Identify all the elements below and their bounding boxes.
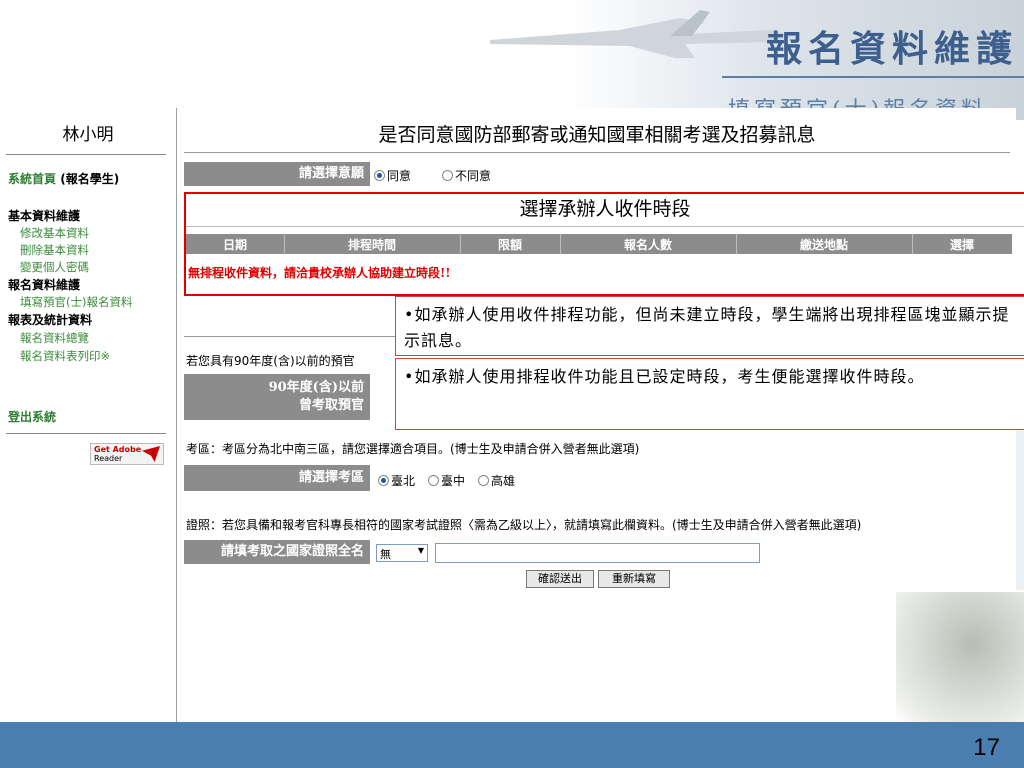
sidebar-home-link[interactable]: 系統首頁 (報名學生) — [8, 170, 119, 187]
app-screen: 林小明 系統首頁 (報名學生) 基本資料維護 修改基本資料 刪除基本資料 變更個… — [0, 108, 1024, 722]
radio-unselected-icon — [478, 475, 489, 486]
region-label: 請選擇考區 — [184, 465, 370, 491]
consent-option-agree[interactable]: 同意 — [374, 167, 411, 184]
schedule-title: 選擇承辦人收件時段 — [519, 198, 691, 220]
schedule-table-header: 日期 排程時間 限額 報名人數 繳送地點 選擇 — [186, 234, 1012, 254]
radio-unselected-icon — [428, 475, 439, 486]
callout-note-no-schedule: •如承辦人使用收件排程功能，但尚未建立時段，學生端將出現排程區塊並顯示提示訊息。 — [395, 296, 1024, 356]
sidebar-item-delete-profile[interactable]: 刪除基本資料 — [20, 242, 89, 258]
submit-button[interactable]: 確認送出 — [526, 570, 594, 588]
region-option-label: 臺北 — [391, 474, 416, 488]
license-note: 證照：若您具備和報考官科專長相符的國家考試證照〈需為乙級以上〉，就請填寫此欄資料… — [186, 518, 862, 532]
column-header: 報名人數 — [623, 238, 672, 252]
license-name-input[interactable] — [435, 543, 760, 563]
column-header: 選擇 — [949, 238, 974, 252]
sidebar-item-fill-registration[interactable]: 填寫預官(士)報名資料 — [20, 294, 132, 310]
column-header: 限額 — [497, 238, 522, 252]
slide-title: 報名資料維護 — [765, 28, 1018, 70]
license-select-value: 無 — [380, 548, 391, 561]
prior-exam-label-line1: 90年度(含)以前 — [268, 380, 364, 395]
schedule-divider — [186, 226, 1024, 227]
home-link-role: (報名學生) — [60, 172, 120, 186]
main-content: 是否同意國防部郵寄或通知國軍相關考選及招募訊息 請選擇意願 同意 不同意 選擇承… — [184, 108, 1024, 722]
home-link-label: 系統首頁 — [8, 172, 57, 186]
region-option-label: 高雄 — [491, 474, 516, 488]
license-select[interactable]: 無 ▼ — [376, 544, 428, 562]
section-divider — [184, 152, 1010, 153]
column-header: 繳送地點 — [799, 238, 848, 252]
title-divider — [722, 76, 1024, 78]
sidebar-section-registration: 報名資料維護 — [8, 278, 81, 292]
sidebar-item-print[interactable]: 報名資料表列印※ — [20, 348, 110, 364]
license-label: 請填考取之國家證照全名 — [184, 540, 370, 564]
region-option-kaohsiung[interactable]: 高雄 — [478, 472, 515, 489]
sidebar-section-reports: 報表及統計資料 — [8, 313, 93, 327]
region-option-label: 臺中 — [441, 474, 466, 488]
reader-badge-line2: Reader — [94, 454, 123, 463]
consent-question: 是否同意國防部郵寄或通知國軍相關考選及招募訊息 — [378, 124, 816, 146]
consent-option-disagree[interactable]: 不同意 — [442, 167, 491, 184]
sidebar-item-change-password[interactable]: 變更個人密碼 — [20, 259, 89, 275]
consent-option-label: 同意 — [387, 169, 412, 183]
sidebar-divider — [6, 154, 166, 155]
region-option-taipei[interactable]: 臺北 — [378, 472, 415, 489]
user-name: 林小明 — [62, 125, 114, 145]
consent-option-label: 不同意 — [455, 169, 492, 183]
region-option-taichung[interactable]: 臺中 — [428, 472, 465, 489]
fighter-jet-graphic — [490, 10, 795, 58]
region-note: 考區：考區分為北中南三區，請您選擇適合項目。(博士生及申請合併入營者無此選項) — [186, 442, 640, 456]
schedule-section: 選擇承辦人收件時段 日期 排程時間 限額 報名人數 繳送地點 選擇 無排程收件資… — [184, 192, 1024, 296]
section-divider — [184, 336, 395, 337]
slide-footer: 17 — [0, 722, 1024, 768]
slide-subtitle: 填寫預官(士)報名資料 — [728, 92, 987, 108]
radio-unselected-icon — [442, 170, 453, 181]
sidebar-section-basic: 基本資料維護 — [8, 209, 81, 223]
callout-note-with-schedule: •如承辦人使用排程收件功能且已設定時段，考生便能選擇收件時段。 — [395, 358, 1024, 430]
logout-link[interactable]: 登出系統 — [8, 408, 56, 425]
prior-exam-text: 若您具有90年度(含)以前的預官 — [186, 354, 355, 368]
column-header: 日期 — [222, 238, 247, 252]
sidebar-item-overview[interactable]: 報名資料總覽 — [20, 330, 89, 346]
slide-decoration — [1016, 430, 1024, 590]
prior-exam-label-line2: 曾考取預官 — [298, 398, 364, 413]
adobe-reader-badge[interactable]: Get Adobe Reader — [90, 443, 164, 465]
chevron-down-icon: ▼ — [417, 546, 424, 555]
prior-exam-label: 90年度(含)以前 曾考取預官 — [184, 374, 370, 420]
radio-selected-icon — [374, 170, 385, 181]
page-number: 17 — [973, 734, 1000, 761]
consent-label: 請選擇意願 — [184, 162, 370, 186]
schedule-empty-message: 無排程收件資料，請洽貴校承辦人協助建立時段!! — [188, 266, 451, 280]
reset-button[interactable]: 重新填寫 — [598, 570, 670, 588]
soldier-photo — [896, 592, 1024, 722]
column-header: 排程時間 — [347, 238, 396, 252]
sidebar-item-edit-profile[interactable]: 修改基本資料 — [20, 225, 89, 241]
sidebar-divider — [6, 433, 166, 434]
sidebar: 林小明 系統首頁 (報名學生) 基本資料維護 修改基本資料 刪除基本資料 變更個… — [0, 108, 177, 722]
radio-selected-icon — [378, 475, 389, 486]
